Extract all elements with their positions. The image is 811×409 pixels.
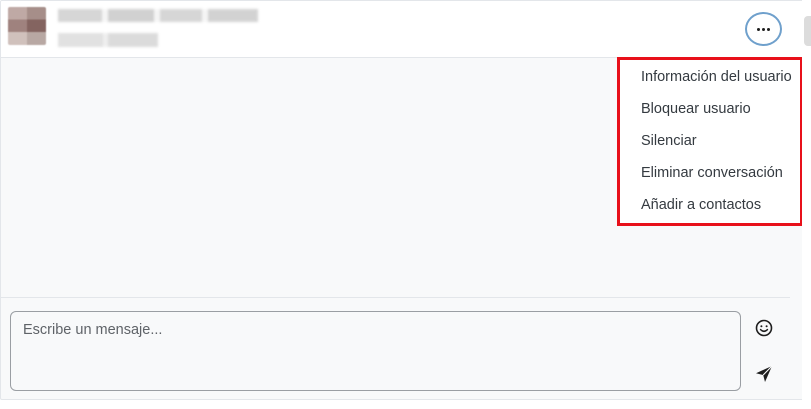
menu-item-user-info[interactable]: Información del usuario	[641, 68, 792, 86]
redacted-contact-name	[58, 9, 258, 22]
send-icon[interactable]	[754, 364, 774, 384]
composer-divider	[1, 297, 790, 298]
conversation-actions-menu: Información del usuario Bloquear usuario…	[617, 57, 803, 226]
menu-item-mute[interactable]: Silenciar	[641, 132, 697, 150]
message-input[interactable]	[10, 311, 741, 391]
chat-header	[1, 1, 803, 58]
menu-item-add-contact[interactable]: Añadir a contactos	[641, 196, 761, 214]
chat-panel: Información del usuario Bloquear usuario…	[0, 0, 804, 400]
scrollbar-thumb[interactable]	[804, 16, 811, 46]
menu-item-block-user[interactable]: Bloquear usuario	[641, 100, 751, 118]
menu-item-delete-conversation[interactable]: Eliminar conversación	[641, 164, 783, 182]
scrollbar-track[interactable]	[802, 0, 811, 409]
more-menu-button[interactable]	[745, 12, 782, 46]
more-horizontal-icon	[757, 27, 770, 31]
avatar[interactable]	[8, 7, 46, 45]
redacted-contact-status	[58, 33, 158, 47]
smile-icon[interactable]	[754, 318, 774, 338]
